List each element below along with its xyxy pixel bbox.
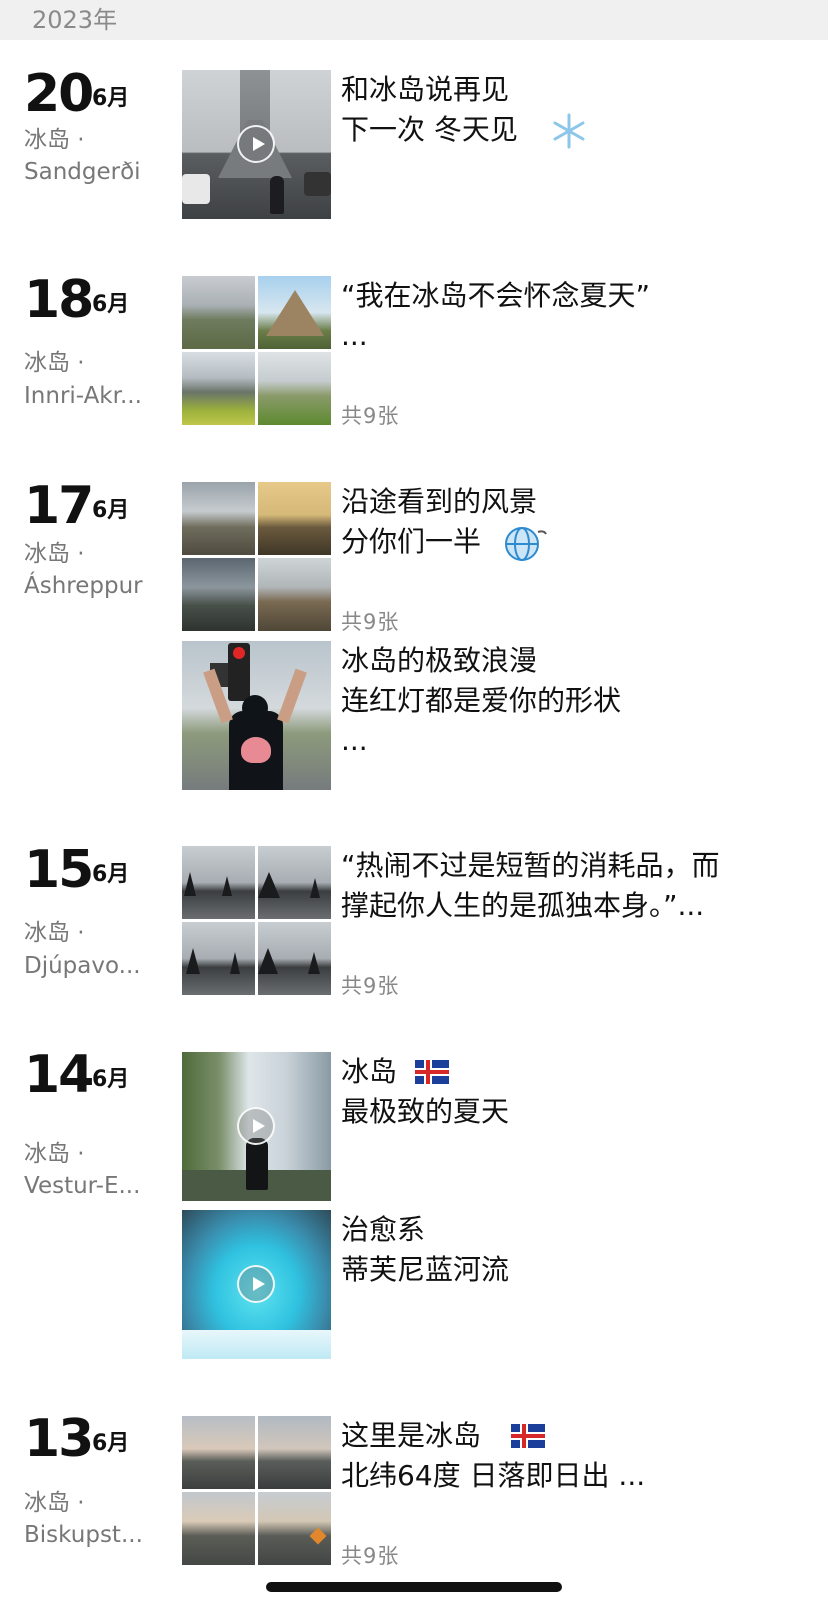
entry-place: 冰岛 · (24, 541, 85, 567)
entry-sublocation: Vestur-E... (24, 1173, 141, 1199)
entry-day: 18 (24, 270, 94, 330)
home-indicator[interactable] (266, 1582, 562, 1592)
entry-sublocation: Biskupst... (24, 1522, 143, 1548)
globe-icon (505, 527, 547, 561)
video-thumbnail[interactable] (182, 70, 331, 219)
iceland-flag-icon (415, 1060, 449, 1084)
photo-count: 共9张 (341, 610, 400, 634)
entry-month: 6月 (92, 1431, 130, 1456)
entry-place: 冰岛 · (24, 920, 85, 946)
entry-day: 14 (24, 1045, 94, 1105)
photo-count: 共9张 (341, 974, 400, 998)
post-caption[interactable]: “我在冰岛不会怀念夏天” ... (341, 276, 650, 356)
photo-count: 共9张 (341, 1544, 400, 1568)
video-thumbnail[interactable] (182, 1210, 331, 1359)
entry-day: 17 (24, 476, 94, 536)
post-caption[interactable]: 冰岛 最极致的夏天 (341, 1052, 509, 1132)
post-caption[interactable]: 冰岛的极致浪漫 连红灯都是爱你的形状 ... (341, 641, 621, 761)
iceland-flag-icon (511, 1424, 545, 1448)
post-caption[interactable]: 治愈系 蒂芙尼蓝河流 (341, 1210, 509, 1290)
entry-place: 冰岛 · (24, 1490, 85, 1516)
post-caption[interactable]: 沿途看到的风景 分你们一半 (341, 482, 547, 562)
play-icon[interactable] (237, 1265, 275, 1303)
entry-month: 6月 (92, 862, 130, 887)
entry-month: 6月 (92, 292, 130, 317)
entry-month: 6月 (92, 498, 130, 523)
entry-sublocation: Djúpavo... (24, 953, 141, 979)
entry-day: 15 (24, 840, 94, 900)
entry-sublocation: Innri-Akr... (24, 383, 142, 409)
entry-day: 20 (24, 64, 94, 124)
snowflake-icon (553, 113, 585, 149)
photo-grid-thumbnail[interactable] (182, 1416, 331, 1565)
post-caption[interactable]: 这里是冰岛 北纬64度 日落即日出 ... (341, 1416, 645, 1496)
entry-place: 冰岛 · (24, 350, 85, 376)
photo-thumbnail[interactable] (182, 641, 331, 790)
photo-grid-thumbnail[interactable] (182, 482, 331, 631)
photo-grid-thumbnail[interactable] (182, 276, 331, 425)
play-icon[interactable] (237, 1107, 275, 1145)
photo-count: 共9张 (341, 404, 400, 428)
entry-sublocation: Sandgerði (24, 159, 141, 185)
photo-grid-thumbnail[interactable] (182, 846, 331, 995)
video-thumbnail[interactable] (182, 1052, 331, 1201)
entry-sublocation: Áshreppur (24, 573, 143, 599)
entry-place: 冰岛 · (24, 1141, 85, 1167)
entry-month: 6月 (92, 1067, 130, 1092)
post-caption[interactable]: “热闹不过是短暂的消耗品，而 撑起你人生的是孤独本身。”... (341, 846, 720, 926)
entry-day: 13 (24, 1409, 94, 1469)
entry-place: 冰岛 · (24, 127, 85, 153)
entry-month: 6月 (92, 86, 130, 111)
year-header: 2023年 (0, 0, 828, 40)
play-icon[interactable] (237, 125, 275, 163)
post-caption[interactable]: 和冰岛说再见 下一次 冬天见 (341, 70, 585, 150)
